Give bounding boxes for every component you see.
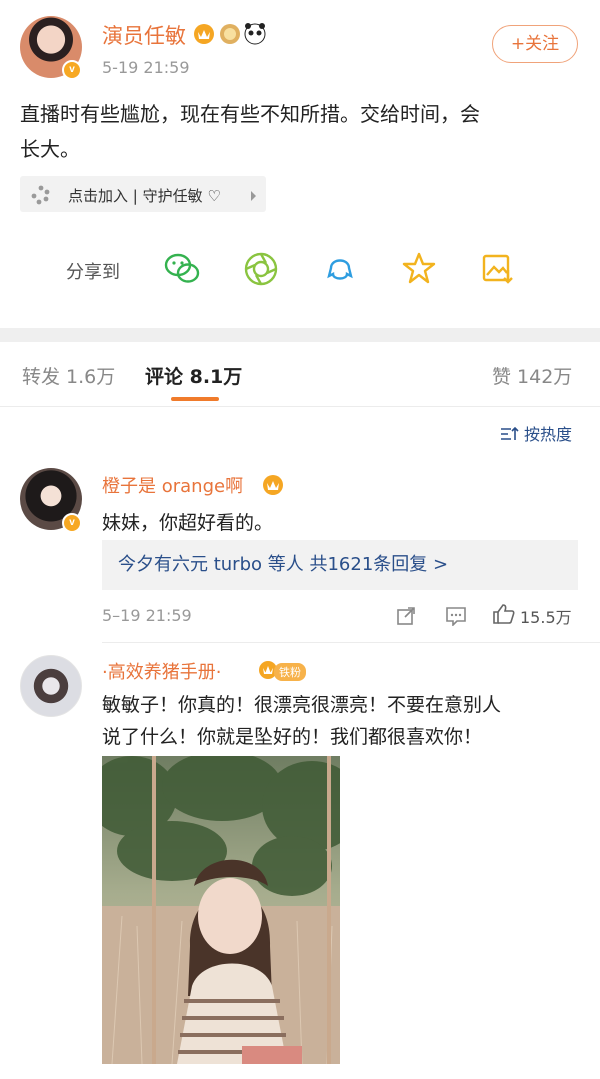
tab-likes[interactable]: 赞 142万 <box>492 362 572 389</box>
post-text-line-1: 直播时有些尴尬，现在有些不知所措。交给时间，会 <box>20 102 480 126</box>
comment-divider <box>102 642 600 643</box>
vip-crown-icon <box>194 24 214 44</box>
comment-icon[interactable] <box>445 606 467 630</box>
author-name[interactable]: 演员任敏 <box>102 20 186 50</box>
tab-reposts[interactable]: 转发 1.6万 <box>22 362 115 389</box>
fan-badge: 铁粉 <box>258 660 306 681</box>
wechat-icon[interactable] <box>163 250 201 288</box>
chevron-right-icon <box>250 188 258 206</box>
section-divider <box>0 328 600 342</box>
repost-icon[interactable] <box>396 606 416 630</box>
comment-photo[interactable] <box>102 756 340 1064</box>
vip-crown-icon <box>262 474 284 500</box>
verified-badge-icon: v <box>62 513 82 533</box>
post-time: 5-19 21:59 <box>102 58 190 77</box>
qq-icon[interactable] <box>321 250 359 288</box>
moments-icon[interactable] <box>242 250 280 288</box>
save-image-icon[interactable] <box>479 250 517 288</box>
qzone-icon[interactable] <box>400 250 438 288</box>
replies-summary[interactable]: 今夕有六元 turbo 等人 共1621条回复 > <box>102 540 578 590</box>
comment-text-line-2: 说了什么！你就是坠好的！我们都很喜欢你！ <box>102 726 483 748</box>
tabs-divider <box>0 406 600 407</box>
comment-text: 妹妹，你超好看的。 <box>102 512 274 534</box>
like-count: 15.5万 <box>520 608 572 627</box>
commenter-name[interactable]: ·高效养猪手册· <box>102 658 221 684</box>
verified-badge-icon: v <box>62 60 82 80</box>
superfan-icon <box>30 184 52 210</box>
commenter-avatar[interactable] <box>20 655 82 717</box>
medal-icon <box>220 24 240 44</box>
tab-comments[interactable]: 评论 8.1万 <box>145 362 242 389</box>
like-button[interactable]: 15.5万 <box>492 602 572 630</box>
superfan-label: 点击加入 | 守护任敏 ♡ <box>68 187 221 205</box>
sort-icon <box>500 426 520 446</box>
panda-icon <box>244 23 266 45</box>
tab-active-indicator <box>171 397 219 401</box>
thumbs-up-icon <box>492 602 516 630</box>
post-text-line-2: 长大。 <box>20 137 80 161</box>
fan-badge-label: 铁粉 <box>274 663 306 681</box>
commenter-name[interactable]: 橙子是 orange啊 <box>102 472 243 498</box>
comment-time: 5–19 21:59 <box>102 606 192 625</box>
superfan-join-banner[interactable]: 点击加入 | 守护任敏 ♡ <box>20 176 266 212</box>
share-label: 分享到 <box>66 262 120 283</box>
sort-by-hot[interactable]: 按热度 <box>500 421 572 446</box>
comment-text-line-1: 敏敏子！你真的！很漂亮很漂亮！不要在意别人 <box>102 694 502 716</box>
sort-label: 按热度 <box>524 425 573 444</box>
follow-button[interactable]: +关注 <box>492 25 578 63</box>
author-badges <box>192 22 268 46</box>
